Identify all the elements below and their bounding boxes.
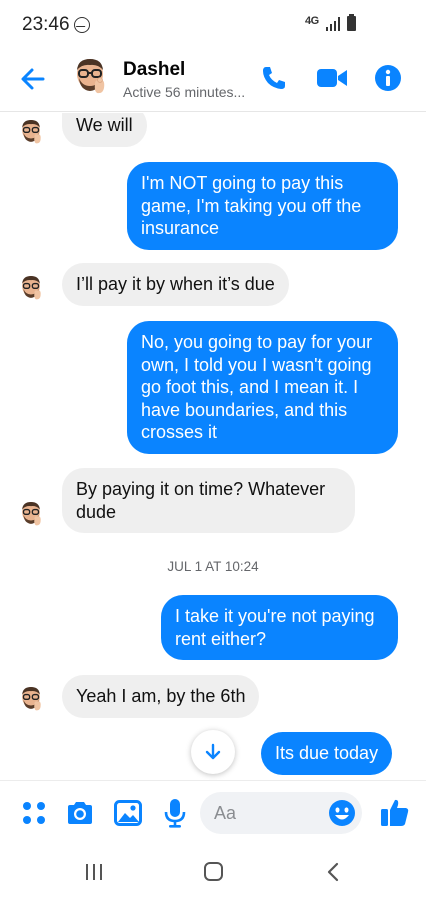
conversation-header: Dashel Active 56 minutes... [0, 48, 426, 112]
emoji-icon[interactable] [328, 799, 356, 827]
incoming-message-bubble[interactable]: By paying it on time? Whatever dude [62, 468, 355, 534]
video-camera-icon [317, 69, 347, 87]
message-line: Yeah I am, by the 6th [76, 686, 246, 706]
message-line: rent either? [175, 628, 267, 649]
back-arrow-icon [21, 68, 45, 90]
network-type: 4G [305, 15, 319, 27]
home-icon[interactable] [204, 862, 223, 881]
back-icon[interactable] [326, 862, 340, 882]
contact-message-avatar [22, 276, 41, 300]
message-line: go foot this, and I mean it. I [141, 377, 359, 398]
contact-message-avatar [22, 687, 41, 711]
contact-message-avatar [22, 120, 41, 144]
video-call-button[interactable] [316, 66, 348, 90]
contact-message-avatar [22, 502, 41, 526]
message-line: I’ll pay it by when it’s due [76, 274, 275, 294]
message-composer: Aa [0, 780, 426, 842]
message-thread[interactable]: We will I'm NOT going to pay this game, … [0, 113, 426, 780]
contact-active-status: Active 56 minutes... [123, 84, 246, 100]
microphone-icon[interactable] [163, 798, 187, 828]
message-line: game, I'm taking you off the [141, 195, 362, 216]
outgoing-message-bubble[interactable]: No, you going to pay for your own, I tol… [127, 321, 398, 454]
incoming-message-bubble[interactable]: Yeah I am, by the 6th [62, 675, 260, 718]
status-time: 23:46 [22, 14, 70, 35]
message-input[interactable]: Aa [200, 792, 362, 834]
system-navigation-bar [0, 842, 426, 900]
message-line: own, I told you I wasn't going [141, 354, 372, 375]
voice-call-button[interactable] [260, 64, 288, 92]
battery-icon [347, 14, 356, 31]
menu-dots-icon[interactable] [22, 801, 46, 825]
conversation-info-button[interactable] [374, 64, 402, 92]
message-line: crosses it [141, 422, 218, 443]
message-line: insurance [141, 218, 220, 239]
arrow-down-icon [205, 743, 221, 760]
camera-icon[interactable] [66, 800, 94, 826]
message-input-placeholder: Aa [214, 803, 237, 823]
status-bar: 23:46 4G [0, 0, 426, 48]
incoming-message-bubble[interactable]: We will [62, 113, 147, 147]
signal-icon [326, 17, 342, 31]
incoming-message-bubble[interactable]: I’ll pay it by when it’s due [62, 263, 289, 306]
info-icon [375, 65, 401, 91]
message-line: dude [76, 501, 117, 522]
scroll-to-bottom-button[interactable] [191, 730, 235, 774]
message-line: By paying it on time? Whatever [76, 479, 326, 499]
thumbs-up-icon[interactable] [380, 797, 410, 827]
contact-avatar[interactable] [68, 56, 112, 100]
recent-apps-icon[interactable] [86, 864, 102, 880]
gallery-icon[interactable] [114, 800, 142, 826]
contact-name[interactable]: Dashel [123, 59, 185, 81]
message-line: have boundaries, and this [141, 399, 348, 420]
message-timestamp: JUL 1 AT 10:24 [167, 559, 259, 574]
messenger-notification-icon [74, 17, 90, 33]
message-line: No, you going to pay for your [141, 332, 373, 352]
message-line: I'm NOT going to pay this [141, 173, 344, 193]
message-line: I take it you're not paying [175, 606, 375, 626]
outgoing-message-bubble[interactable]: I take it you're not paying rent either? [161, 595, 398, 661]
phone-icon [263, 67, 285, 89]
outgoing-message-bubble[interactable]: Its due today [261, 732, 393, 775]
message-line: Its due today [275, 743, 379, 763]
message-line: We will [76, 115, 133, 135]
back-button[interactable] [20, 66, 46, 92]
outgoing-message-bubble[interactable]: I'm NOT going to pay this game, I'm taki… [127, 162, 398, 250]
